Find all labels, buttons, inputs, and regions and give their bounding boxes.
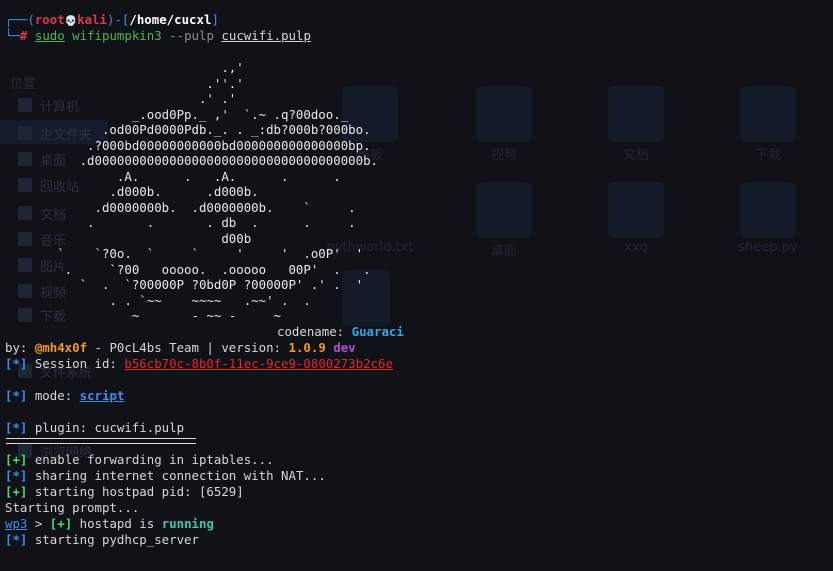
version: 1.0.9 (288, 339, 326, 355)
mode-value: script (79, 387, 125, 403)
plugin-line: [*] plugin: cucwifi.pulp (5, 420, 829, 436)
log-text: starting hostpad pid: [6529] (27, 483, 244, 499)
prompt-bracket: ┌──( (5, 12, 35, 27)
by-label: by: (5, 339, 35, 355)
separator (6, 437, 196, 444)
prompt-bracket: )-[ (106, 12, 130, 27)
info-tag: [*] (5, 355, 28, 371)
log-text: sharing internet connection with NAT... (27, 467, 326, 483)
success-tag: [+] (5, 451, 28, 467)
prompt-bracket: ] (211, 12, 219, 27)
prompt-line: ┌──(root💀kali)-[/home/cucxl] (5, 12, 829, 28)
success-tag: [+] (5, 483, 28, 499)
session-label: Session id: (27, 355, 125, 371)
log-line: [+] enable forwarding in iptables... (5, 452, 829, 468)
command-flag: --pulp (169, 28, 214, 43)
prompt-path: /home/cucxl (129, 12, 212, 27)
channel: dev (333, 339, 356, 355)
session-id: b56cb70c-8b0f-11ec-9ce9-0800273b2c6e (124, 355, 393, 371)
codename-label: codename: (277, 323, 352, 339)
info-tag: [*] (5, 419, 28, 435)
wp3-prompt: wp3 (5, 515, 28, 531)
log-text: starting pydhcp_server (27, 531, 199, 547)
skull-icon: 💀 (64, 16, 78, 27)
prompt-user: root (34, 12, 65, 27)
session-line: [*] Session id: b56cb70c-8b0f-11ec-9ce9-… (5, 356, 829, 372)
info-tag: [*] (5, 387, 28, 403)
mode-label: mode: (27, 387, 80, 403)
command-file: cucwifi.pulp (221, 28, 311, 43)
mode-line: [*] mode: script (5, 388, 829, 404)
prompt-arrow: > (27, 515, 50, 531)
log-line: [+] starting hostpad pid: [6529] (5, 484, 829, 500)
command-program: wifipumpkin3 (72, 28, 162, 43)
log-line: [*] sharing internet connection with NAT… (5, 468, 829, 484)
prompt-corner: └─ (5, 28, 20, 43)
success-tag: [+] (49, 515, 73, 531)
prompt-hash: # (19, 28, 28, 43)
log-text: enable forwarding in iptables... (27, 451, 274, 467)
status-running: running (161, 515, 214, 531)
codename-line: codename: Guaraci (5, 324, 829, 340)
prompt-host: kali (77, 12, 107, 27)
starting-prompt-line: Starting prompt... (5, 499, 140, 515)
team-text: - P0cL4bs Team | version: (87, 339, 289, 355)
info-tag: [*] (5, 531, 28, 547)
ascii-banner: .,' .''.' .' .' _.ood0Pp._ ,' `.~ .q?00d… (57, 60, 378, 323)
command-line: └─# sudo wifipumpkin3 --pulp cucwifi.pul… (5, 28, 829, 44)
codename-value: Guaraci (351, 323, 404, 339)
author: @mh4x0f (34, 339, 88, 355)
log-line: [*] starting pydhcp_server (5, 532, 829, 548)
terminal-output[interactable]: ┌──(root💀kali)-[/home/cucxl] └─# sudo wi… (5, 12, 829, 548)
command-sudo: sudo (34, 28, 65, 43)
credits-line: by: @mh4x0f - P0cL4bs Team | version: 1.… (5, 340, 829, 356)
info-tag: [*] (5, 467, 28, 483)
log-text: hostapd is (72, 515, 162, 531)
plugin-text: plugin: cucwifi.pulp (27, 419, 185, 435)
wp3-prompt-line: wp3 > [+] hostapd is running (5, 516, 829, 532)
